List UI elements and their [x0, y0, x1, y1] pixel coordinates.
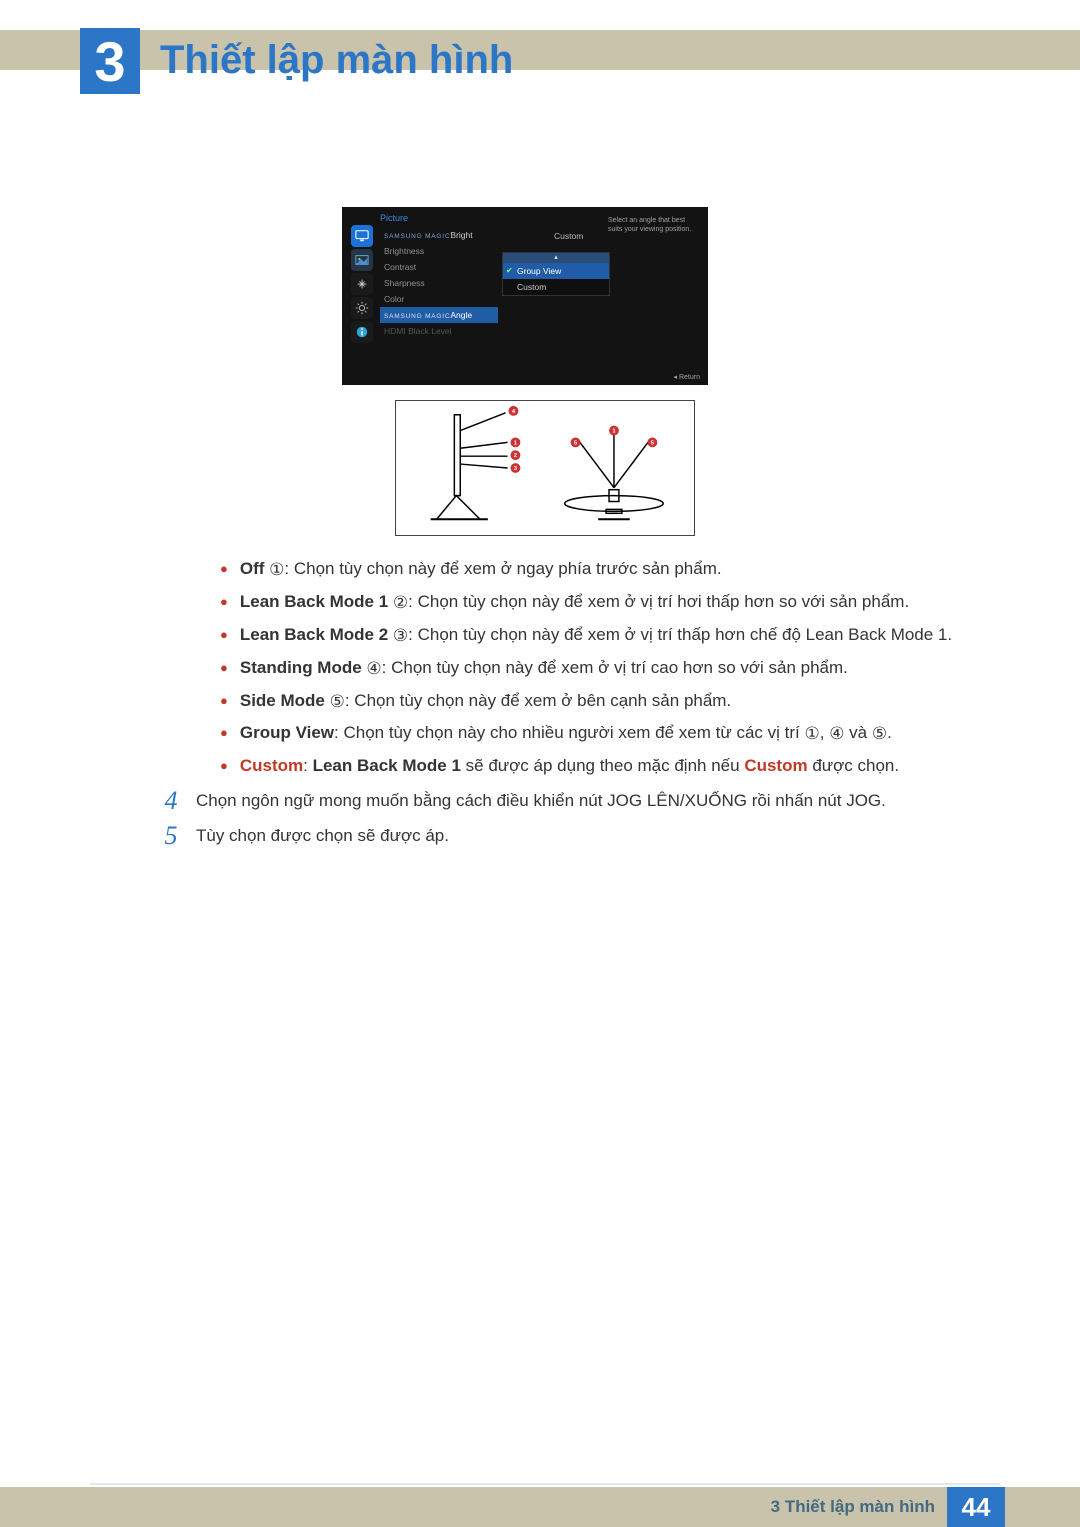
bullet-dot-icon: ● — [220, 719, 228, 749]
osd-popup-option-selected: Group View — [503, 263, 609, 279]
bullet-item: ● Off ①: Chọn tùy chọn này để xem ở ngay… — [220, 555, 980, 585]
osd-menu-list: SAMSUNG MAGICBright Brightness Contrast … — [380, 227, 498, 339]
bullet-dot-icon: ● — [220, 555, 228, 585]
osd-menu-item-selected: SAMSUNG MAGICAngle — [380, 307, 498, 323]
footer-divider — [90, 1483, 1000, 1485]
osd-screenshot: Picture SAMSUNG MAGICBright Brightness C… — [342, 207, 708, 385]
picture-icon — [351, 249, 373, 271]
osd-menu-item: SAMSUNG MAGICBright — [380, 227, 498, 243]
bullet-item: ● Lean Back Mode 1 ②: Chọn tùy chọn này … — [220, 588, 980, 618]
step-item: 5 Tùy chọn được chọn sẽ được áp. — [190, 822, 980, 851]
bullet-dot-icon: ● — [220, 654, 228, 684]
osd-help-text: Select an angle that best suits your vie… — [608, 217, 698, 235]
osd-value-custom: Custom — [554, 231, 583, 241]
footer-title: 3 Thiết lập màn hình — [771, 1487, 935, 1527]
bullet-item: ● Standing Mode ④: Chọn tùy chọn này để … — [220, 654, 980, 684]
osd-menu-item: Sharpness — [380, 275, 498, 291]
bullet-item: ● Custom: Lean Back Mode 1 sẽ được áp dụ… — [220, 752, 980, 781]
monitor-icon — [351, 225, 373, 247]
info-icon — [351, 321, 373, 343]
step-text: Chọn ngôn ngữ mong muốn bằng cách điều k… — [196, 787, 886, 816]
osd-panel-title: Picture — [380, 213, 408, 223]
bullet-dot-icon: ● — [220, 687, 228, 717]
osd-menu-item: Contrast — [380, 259, 498, 275]
bullet-item: ● Side Mode ⑤: Chọn tùy chọn này để xem … — [220, 687, 980, 717]
resize-icon — [351, 273, 373, 295]
osd-menu-item: Brightness — [380, 243, 498, 259]
step-number: 4 — [160, 787, 182, 816]
gear-icon — [351, 297, 373, 319]
osd-return-label: Return — [674, 373, 700, 381]
bullet-item: ● Lean Back Mode 2 ③: Chọn tùy chọn này … — [220, 621, 980, 651]
osd-arrow-up-icon: ▴ — [503, 253, 609, 263]
chapter-number: 3 — [94, 29, 125, 94]
step-text: Tùy chọn được chọn sẽ được áp. — [196, 822, 449, 851]
body-text: ● Off ①: Chọn tùy chọn này để xem ở ngay… — [190, 552, 980, 851]
osd-menu-item: Color — [380, 291, 498, 307]
chapter-title: Thiết lập màn hình — [160, 38, 513, 83]
step-number: 5 — [160, 822, 182, 851]
bullet-dot-icon: ● — [220, 588, 228, 618]
footer-page-number: 44 — [947, 1487, 1005, 1527]
chapter-number-box: 3 — [80, 28, 140, 94]
bullet-item: ● Group View: Chọn tùy chọn này cho nhiề… — [220, 719, 980, 749]
osd-menu-item-disabled: HDMI Black Level — [380, 323, 498, 339]
osd-popup-option: Custom — [503, 279, 609, 295]
bullet-dot-icon: ● — [220, 752, 228, 781]
osd-popup: ▴ Group View Custom — [502, 252, 610, 296]
angle-diagram: 4 1 2 3 1 5 5 — [395, 400, 695, 536]
step-item: 4 Chọn ngôn ngữ mong muốn bằng cách điều… — [190, 787, 980, 816]
bullet-dot-icon: ● — [220, 621, 228, 651]
osd-sidebar-icons — [348, 223, 376, 345]
